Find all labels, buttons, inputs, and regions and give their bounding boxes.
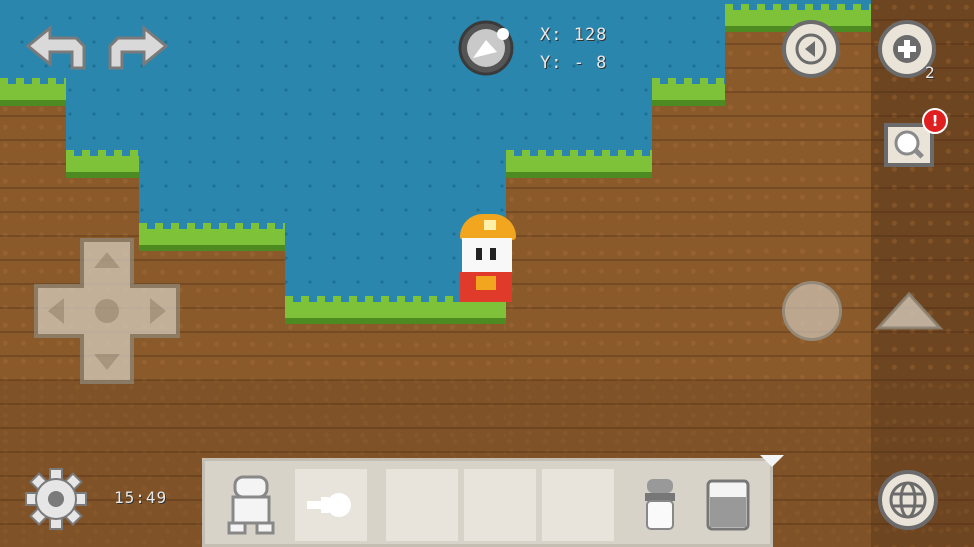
flashlight-icon — [307, 493, 351, 517]
compass-button[interactable] — [453, 18, 519, 80]
magnifier-icon — [894, 130, 924, 159]
zoom-level-badge: 2 — [925, 63, 936, 82]
toolbar-slot-empty[interactable] — [386, 469, 458, 541]
character-icon — [227, 475, 275, 535]
dpad[interactable] — [32, 236, 182, 386]
toolbar-item-canister[interactable] — [637, 475, 683, 535]
redo-button[interactable] — [106, 24, 170, 74]
toolbar-slot-character[interactable] — [215, 467, 287, 539]
toolbar-item-block[interactable] — [705, 475, 751, 535]
undo-arrow-icon — [25, 24, 86, 70]
toolbar-slot-flashlight[interactable] — [295, 469, 367, 541]
coordinate-y: Y: - 8 — [540, 53, 608, 73]
zoom-in-icon — [893, 35, 921, 63]
player-character — [456, 214, 518, 302]
toolbar-expand-arrow[interactable] — [760, 455, 784, 467]
globe-button[interactable] — [878, 470, 938, 530]
rewind-icon — [795, 33, 827, 65]
game-scene[interactable]: X: 128 Y: - 8 2 ! 15:49 — [0, 0, 974, 547]
undo-button[interactable] — [24, 24, 88, 74]
alert-badge: ! — [922, 108, 948, 134]
rewind-button[interactable] — [782, 20, 840, 78]
canister-icon — [645, 479, 675, 530]
toolbar-slot-empty[interactable] — [542, 469, 614, 541]
action-button[interactable] — [782, 281, 842, 341]
item-toolbar — [202, 458, 773, 547]
coordinate-x: X: 128 — [540, 25, 608, 45]
globe-icon — [889, 481, 927, 519]
jump-button[interactable] — [874, 290, 944, 332]
block-icon — [706, 479, 750, 531]
redo-arrow-icon — [108, 24, 169, 70]
dpad-icon — [34, 238, 180, 384]
compass-icon — [458, 20, 514, 76]
clock: 15:49 — [114, 488, 168, 507]
settings-button[interactable] — [24, 467, 88, 531]
jump-triangle-icon — [874, 291, 944, 330]
gear-icon — [25, 468, 87, 530]
toolbar-slot-empty[interactable] — [464, 469, 536, 541]
